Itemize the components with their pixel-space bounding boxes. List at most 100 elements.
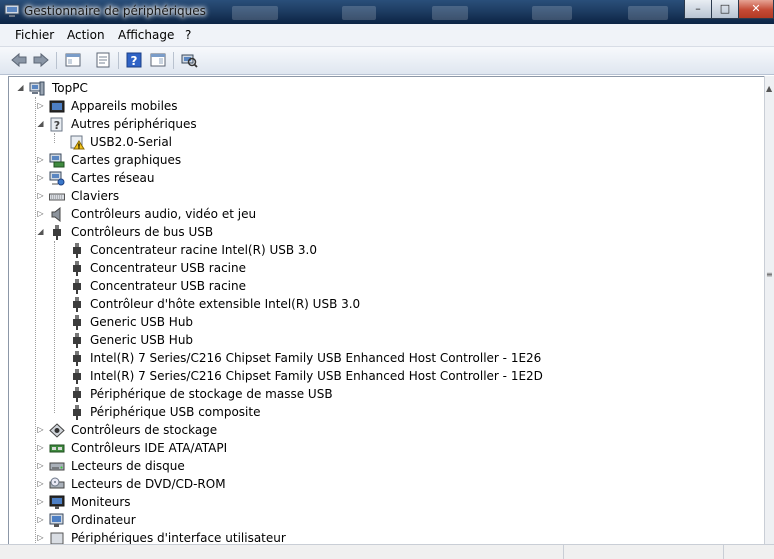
- collapsed-arrow-icon[interactable]: ▷: [36, 97, 45, 115]
- menu-fichier[interactable]: Fichier: [15, 28, 54, 42]
- tree-item-autres-peripheriques[interactable]: ◢ ? Autres périphériques: [9, 115, 749, 133]
- tree-item-usb-device[interactable]: Generic USB Hub: [9, 313, 749, 331]
- usb-plug-icon: [73, 315, 81, 330]
- forward-arrow-icon[interactable]: [32, 52, 50, 68]
- scroll-up-arrow-icon[interactable]: ▲: [766, 84, 772, 93]
- computer-icon: [49, 513, 64, 527]
- tree-item-usb-device[interactable]: Périphérique USB composite: [9, 403, 749, 421]
- back-arrow-icon[interactable]: [10, 52, 28, 68]
- tree-item-lecteurs-disque[interactable]: ▷ Lecteurs de disque: [9, 457, 749, 475]
- scan-hardware-icon[interactable]: [180, 52, 198, 68]
- collapsed-arrow-icon[interactable]: ▷: [36, 169, 45, 187]
- close-button[interactable]: ✕: [738, 0, 774, 19]
- device-manager-icon: [4, 4, 20, 17]
- tree-item-usb-device[interactable]: Generic USB Hub: [9, 331, 749, 349]
- usb-plug-icon: [73, 297, 81, 312]
- tree-item-usb-device[interactable]: Concentrateur racine Intel(R) USB 3.0: [9, 241, 749, 259]
- svg-text:?: ?: [131, 54, 138, 68]
- usb-plug-icon: [73, 279, 81, 294]
- background-window-ghost: [342, 6, 376, 20]
- usb-plug-icon: [73, 261, 81, 276]
- network-adapter-icon: [49, 171, 65, 186]
- tree-item-ordinateur[interactable]: ▷ Ordinateur: [9, 511, 749, 529]
- properties-icon[interactable]: [94, 52, 112, 68]
- toolbar-separator: [56, 52, 57, 69]
- collapsed-arrow-icon[interactable]: ▷: [36, 529, 45, 545]
- tree-item-controleurs-ide[interactable]: ▷ Contrôleurs IDE ATA/ATAPI: [9, 439, 749, 457]
- disk-drive-icon: [49, 462, 65, 471]
- usb-plug-icon: [53, 225, 61, 240]
- title-bar[interactable]: Gestionnaire de périphériques – □ ✕: [0, 0, 774, 24]
- status-bar: [0, 544, 774, 559]
- collapsed-arrow-icon[interactable]: ▷: [36, 421, 45, 439]
- menu-affichage[interactable]: Affichage: [118, 28, 174, 42]
- expanded-arrow-icon[interactable]: ◢: [36, 223, 45, 241]
- show-hide-tree-icon[interactable]: [64, 52, 82, 68]
- tree-item-appareils-mobiles[interactable]: ▷ Appareils mobiles: [9, 97, 749, 115]
- background-window-ghost: [532, 6, 572, 20]
- collapsed-arrow-icon[interactable]: ▷: [36, 205, 45, 223]
- tree-item-lecteurs-dvd[interactable]: ▷ Lecteurs de DVD/CD-ROM: [9, 475, 749, 493]
- menu-action[interactable]: Action: [67, 28, 105, 42]
- vertical-scrollbar[interactable]: ▲ ≡: [764, 76, 774, 544]
- collapsed-arrow-icon[interactable]: ▷: [36, 457, 45, 475]
- toolbar-separator: [118, 52, 119, 69]
- action-pane-icon[interactable]: [149, 52, 167, 68]
- tree-item-claviers[interactable]: ▷ Claviers: [9, 187, 749, 205]
- usb-plug-icon: [73, 333, 81, 348]
- unknown-device-icon: ?: [50, 117, 63, 132]
- expanded-arrow-icon[interactable]: ◢: [16, 79, 25, 97]
- usb-plug-icon: [73, 369, 81, 384]
- tree-root[interactable]: ◢ TopPC: [9, 79, 749, 97]
- monitor-icon: [49, 495, 65, 509]
- svg-text:?: ?: [54, 119, 60, 132]
- tree-item-cartes-reseau[interactable]: ▷ Cartes réseau: [9, 169, 749, 187]
- tree-item-controleurs-audio[interactable]: ▷ Contrôleurs audio, vidéo et jeu: [9, 205, 749, 223]
- tree-item-usb2-serial[interactable]: ! USB2.0-Serial: [9, 133, 749, 151]
- background-window-ghost: [432, 6, 468, 20]
- collapsed-arrow-icon[interactable]: ▷: [36, 475, 45, 493]
- tree-item-usb-device[interactable]: Concentrateur USB racine: [9, 277, 749, 295]
- toolbar-separator: [173, 52, 174, 69]
- dvd-drive-icon: [49, 477, 65, 489]
- menu-bar: Fichier Action Affichage ?: [0, 24, 774, 47]
- tree-item-controleurs-stockage[interactable]: ▷ Contrôleurs de stockage: [9, 421, 749, 439]
- tree-item-usb-device[interactable]: Contrôleur d'hôte extensible Intel(R) US…: [9, 295, 749, 313]
- tree-root-label: TopPC: [52, 81, 88, 95]
- collapsed-arrow-icon[interactable]: ▷: [36, 151, 45, 169]
- minimize-button[interactable]: –: [684, 0, 712, 19]
- maximize-button[interactable]: □: [711, 0, 739, 19]
- usb-plug-icon: [73, 387, 81, 402]
- storage-controller-icon: [49, 423, 65, 438]
- keyboard-icon: [49, 193, 65, 201]
- status-bar-pane: [723, 545, 774, 559]
- device-tree[interactable]: ◢ TopPC ▷ Appareils mobiles ◢ ? Autres p…: [8, 76, 765, 545]
- tree-item-usb-device[interactable]: Concentrateur USB racine: [9, 259, 749, 277]
- collapsed-arrow-icon[interactable]: ▷: [36, 493, 45, 511]
- expanded-arrow-icon[interactable]: ◢: [36, 115, 45, 133]
- toolbar: ?: [0, 47, 774, 75]
- tree-item-controleurs-usb[interactable]: ◢ Contrôleurs de bus USB: [9, 223, 749, 241]
- tree-item-peripheriques-interface[interactable]: ▷ Périphériques d'interface utilisateur: [9, 529, 749, 545]
- collapsed-arrow-icon[interactable]: ▷: [36, 187, 45, 205]
- background-window-ghost: [628, 6, 668, 20]
- tree-item-usb-device[interactable]: Intel(R) 7 Series/C216 Chipset Family US…: [9, 367, 749, 385]
- usb-plug-icon: [73, 351, 81, 366]
- hid-icon: [50, 532, 64, 545]
- collapsed-arrow-icon[interactable]: ▷: [36, 439, 45, 457]
- help-icon[interactable]: ?: [125, 52, 143, 68]
- warning-device-icon: !: [70, 135, 85, 150]
- tree-item-moniteurs[interactable]: ▷ Moniteurs: [9, 493, 749, 511]
- usb-plug-icon: [73, 243, 81, 258]
- usb-plug-icon: [73, 405, 81, 420]
- status-bar-pane: [563, 545, 724, 559]
- tree-item-usb-device[interactable]: Intel(R) 7 Series/C216 Chipset Family US…: [9, 349, 749, 367]
- ide-controller-icon: [49, 444, 65, 453]
- menu-help[interactable]: ?: [185, 28, 191, 42]
- tree-item-cartes-graphiques[interactable]: ▷ Cartes graphiques: [9, 151, 749, 169]
- collapsed-arrow-icon[interactable]: ▷: [36, 511, 45, 529]
- tree-item-usb-device[interactable]: Périphérique de stockage de masse USB: [9, 385, 749, 403]
- scroll-thumb-grip-icon[interactable]: ≡: [766, 270, 773, 279]
- background-window-ghost: [232, 6, 278, 20]
- computer-icon: [29, 81, 45, 96]
